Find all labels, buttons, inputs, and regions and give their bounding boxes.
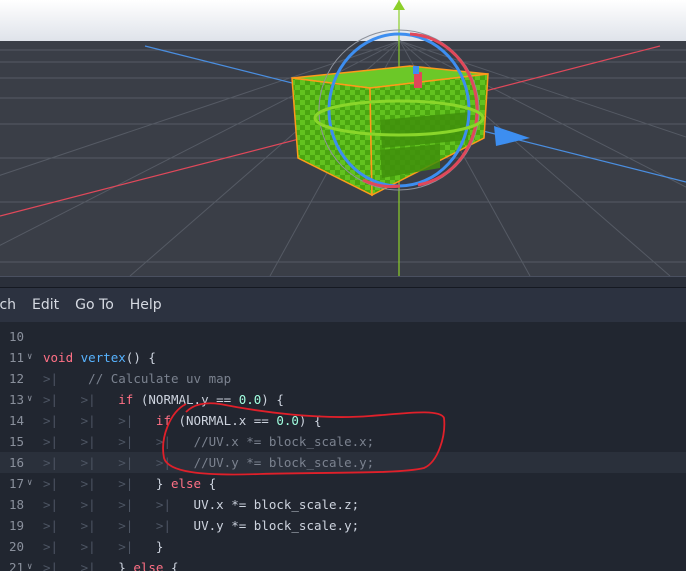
menu-edit[interactable]: Edit xyxy=(24,297,67,313)
code-line[interactable]: 21 ∨ >| >| } else { xyxy=(0,557,686,571)
menu-help[interactable]: Help xyxy=(122,297,170,313)
fold-arrow-icon[interactable]: ∨ xyxy=(27,347,32,368)
code-line[interactable]: 19 >| >| >| >| UV.y *= block_scale.y; xyxy=(0,515,686,536)
3d-viewport[interactable] xyxy=(0,0,686,276)
code-text: >| >| >| >| UV.y *= block_scale.y; xyxy=(43,518,360,533)
code-editor[interactable]: 10 11 ∨ void vertex() {12 >| // Calculate uv… xyxy=(0,322,686,571)
line-number: 18 xyxy=(8,497,24,512)
fold-arrow-icon[interactable]: ∨ xyxy=(27,557,32,571)
line-number: 19 xyxy=(8,518,24,533)
code-line[interactable]: 14 >| >| >| if (NORMAL.x == 0.0) { xyxy=(0,410,686,431)
code-line[interactable]: 17 ∨ >| >| >| } else { xyxy=(0,473,686,494)
z-handle-icon xyxy=(413,66,419,74)
line-number: 16 xyxy=(8,455,24,470)
code-text: >| >| >| >| //UV.x *= block_scale.x; xyxy=(43,434,375,449)
code-text: >| >| >| if (NORMAL.x == 0.0) { xyxy=(43,413,322,428)
code-text: void vertex() { xyxy=(43,350,156,365)
line-number: 21 xyxy=(8,560,24,571)
code-text: >| >| >| >| UV.x *= block_scale.z; xyxy=(43,497,360,512)
menu-go-to[interactable]: Go To xyxy=(67,297,122,313)
code-line[interactable]: 12 >| // Calculate uv map xyxy=(0,368,686,389)
code-line[interactable]: 20 >| >| >| } xyxy=(0,536,686,557)
code-text: >| >| >| } else { xyxy=(43,476,217,491)
viewport-sky xyxy=(0,0,686,41)
code-text: >| >| >| >| //UV.y *= block_scale.y; xyxy=(43,455,375,470)
line-number: 12 xyxy=(8,371,24,386)
line-number: 13 xyxy=(8,392,24,407)
script-editor-menubar: rch Edit Go To Help xyxy=(0,288,686,322)
line-number: 20 xyxy=(8,539,24,554)
fold-arrow-icon[interactable]: ∨ xyxy=(27,473,32,494)
viewport-scene xyxy=(0,0,686,276)
line-number: 15 xyxy=(8,434,24,449)
line-number: 17 xyxy=(8,476,24,491)
code-line[interactable]: 10 xyxy=(0,326,686,347)
code-line[interactable]: 11 ∨ void vertex() { xyxy=(0,347,686,368)
line-number: 14 xyxy=(8,413,24,428)
panel-divider[interactable] xyxy=(0,276,686,288)
code-text: >| >| >| } xyxy=(43,539,164,554)
code-line[interactable]: 15 >| >| >| >| //UV.x *= block_scale.x; xyxy=(0,431,686,452)
code-line[interactable]: 13 ∨ >| >| if (NORMAL.y == 0.0) { xyxy=(0,389,686,410)
code-text: >| >| } else { xyxy=(43,560,179,571)
code-line[interactable]: 18 >| >| >| >| UV.x *= block_scale.z; xyxy=(0,494,686,515)
code-line[interactable]: 16 >| >| >| >| //UV.y *= block_scale.y; xyxy=(0,452,686,473)
code-text: >| >| if (NORMAL.y == 0.0) { xyxy=(43,392,284,407)
x-handle-icon xyxy=(414,72,422,88)
line-number: 11 xyxy=(8,350,24,365)
menu-search[interactable]: rch xyxy=(0,297,24,313)
code-text: >| // Calculate uv map xyxy=(43,371,232,386)
line-number: 10 xyxy=(8,329,24,344)
fold-arrow-icon[interactable]: ∨ xyxy=(27,389,32,410)
